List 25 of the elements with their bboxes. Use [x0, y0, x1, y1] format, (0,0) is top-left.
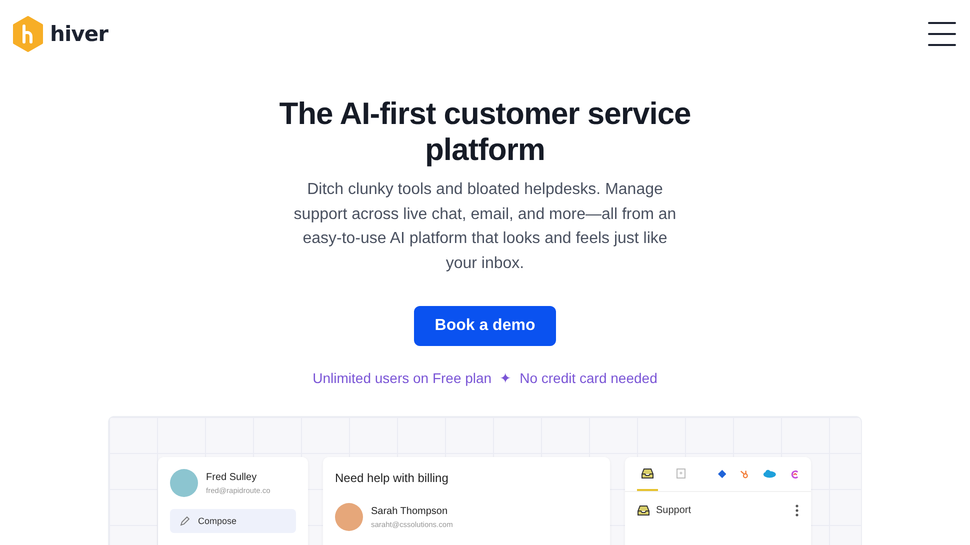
sparkle-separator: ✦: [500, 370, 512, 386]
book-demo-button[interactable]: Book a demo: [414, 306, 556, 346]
inbox-icon: [641, 468, 654, 478]
hub-icon: [740, 468, 750, 480]
sender-name: Sarah Thompson: [371, 506, 449, 516]
inbox-name: Support: [656, 505, 692, 516]
pencil-icon: [180, 516, 190, 526]
cloud-icon: [763, 469, 777, 479]
diamond-icon: [718, 469, 726, 479]
hero-title: The AI-first customer service platform: [278, 96, 692, 168]
perk-text: No credit card needed: [520, 370, 658, 386]
contact-card-icon: [676, 468, 686, 478]
avatar: [170, 469, 198, 497]
user-name: Fred Sulley: [206, 472, 258, 482]
inbox-icon: [637, 505, 650, 516]
compose-button[interactable]: Compose: [170, 509, 296, 533]
perk-text: Unlimited users on Free plan: [312, 370, 492, 386]
conversation-subject: Need help with billing: [335, 471, 450, 485]
logo-text: hiver: [50, 22, 108, 46]
menu-button[interactable]: [928, 22, 956, 46]
hero-subtitle: Ditch clunky tools and bloated helpdesks. Manage support across live chat, email, and more—all from an easy-to-use AI platform that looks and feels just like your inbox.: [292, 180, 678, 274]
logo-icon: [12, 16, 44, 52]
avatar: [335, 503, 363, 531]
ring-icon: [790, 468, 799, 480]
more-icon[interactable]: [795, 504, 799, 517]
